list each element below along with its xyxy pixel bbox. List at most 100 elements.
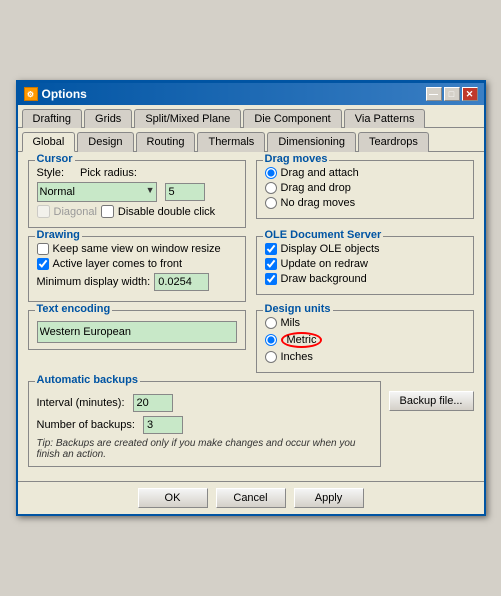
display-ole-row: Display OLE objects [265,243,465,255]
text-encoding-section: Text encoding Western European [28,310,246,350]
cursor-column: Cursor Style: Pick radius: Normal ▼ 5 [28,160,246,236]
tabs-row1: Drafting Grids Split/Mixed Plane Die Com… [18,105,484,128]
minimize-button[interactable]: — [426,87,442,101]
tab-dimensioning[interactable]: Dimensioning [267,132,356,152]
tabs-row2: Global Design Routing Thermals Dimension… [18,128,484,152]
inches-radio[interactable] [265,351,277,363]
text-encoding-label: Text encoding [35,303,113,315]
drag-drop-radio[interactable] [265,182,277,194]
num-backups-input[interactable] [143,416,183,434]
metric-row: Metric [265,332,465,348]
tip-text: Tip: Backups are created only if you mak… [37,438,372,460]
tab-drafting[interactable]: Drafting [22,109,83,128]
ole-label: OLE Document Server [263,229,384,241]
cursor-section: Cursor Style: Pick radius: Normal ▼ 5 [28,160,246,228]
active-layer-row: Active layer comes to front [37,258,237,270]
close-button[interactable]: ✕ [462,87,478,101]
style-select-wrapper: Normal ▼ [37,182,157,202]
title-bar-left: ⚙ Options [24,87,87,101]
update-redraw-row: Update on redraw [265,258,465,270]
drag-attach-radio[interactable] [265,167,277,179]
min-display-label: Minimum display width: [37,276,151,288]
tab-thermals[interactable]: Thermals [197,132,265,152]
diagonal-label: Diagonal [54,206,97,218]
update-redraw-checkbox[interactable] [265,258,277,270]
tab-routing[interactable]: Routing [136,132,196,152]
draw-bg-label: Draw background [281,273,367,285]
tab-via-patterns[interactable]: Via Patterns [344,109,426,128]
mils-radio[interactable] [265,317,277,329]
style-select[interactable]: Normal [37,182,157,202]
window-icon: ⚙ [24,87,38,101]
tab-split-mixed-plane[interactable]: Split/Mixed Plane [134,109,241,128]
tab-design[interactable]: Design [77,132,133,152]
keep-view-label: Keep same view on window resize [53,243,221,255]
style-label: Style: [37,167,65,179]
backup-btn-area: Backup file... [389,381,474,467]
auto-backups-section: Automatic backups Interval (minutes): Nu… [28,381,381,467]
drag-attach-label: Drag and attach [281,167,359,179]
drawing-column: Drawing Keep same view on window resize … [28,236,246,310]
ok-button[interactable]: OK [138,488,208,508]
draw-bg-checkbox[interactable] [265,273,277,285]
active-layer-label: Active layer comes to front [53,258,183,270]
encoding-units-row: Text encoding Western European Design un… [28,310,474,381]
drag-moves-label: Drag moves [263,153,330,165]
drag-moves-column: Drag moves Drag and attach Drag and drop… [256,160,474,236]
disable-dblclick-checkbox[interactable] [101,205,114,218]
drag-attach-row: Drag and attach [265,167,465,179]
display-ole-checkbox[interactable] [265,243,277,255]
inches-row: Inches [265,351,465,363]
disable-dblclick-label: Disable double click [118,206,215,218]
window-title: Options [42,87,87,101]
diagonal-checkbox[interactable] [37,205,50,218]
options-window: ⚙ Options — □ ✕ Drafting Grids Split/Mix… [16,80,486,516]
tab-die-component[interactable]: Die Component [243,109,341,128]
tab-grids[interactable]: Grids [84,109,132,128]
mils-row: Mils [265,317,465,329]
backup-file-button[interactable]: Backup file... [389,391,474,411]
interval-row: Interval (minutes): [37,394,372,412]
interval-label: Interval (minutes): [37,397,125,409]
text-encoding-column: Text encoding Western European [28,310,246,381]
title-buttons: — □ ✕ [426,87,478,101]
mils-label: Mils [281,317,301,329]
metric-radio[interactable] [265,334,277,346]
metric-label: Metric [281,332,323,348]
num-backups-row: Number of backups: [37,416,372,434]
drawing-ole-row: Drawing Keep same view on window resize … [28,236,474,310]
footer: OK Cancel Apply [18,481,484,514]
ole-section: OLE Document Server Display OLE objects … [256,236,474,295]
cancel-button[interactable]: Cancel [216,488,286,508]
keep-view-checkbox[interactable] [37,243,49,255]
cursor-label: Cursor [35,153,75,165]
bottom-section: Automatic backups Interval (minutes): Nu… [28,381,474,467]
auto-backups-label: Automatic backups [35,374,140,386]
no-drag-radio[interactable] [265,197,277,209]
drawing-label: Drawing [35,229,82,241]
interval-input[interactable] [133,394,173,412]
no-drag-row: No drag moves [265,197,465,209]
encoding-select[interactable]: Western European [37,321,237,343]
active-layer-checkbox[interactable] [37,258,49,270]
style-row: Style: Pick radius: [37,167,237,179]
diagonal-row: Diagonal Disable double click [37,205,237,218]
draw-bg-row: Draw background [265,273,465,285]
tab-teardrops[interactable]: Teardrops [358,132,429,152]
encoding-select-wrapper: Western European [37,321,237,343]
min-display-row: Minimum display width: [37,273,237,291]
min-display-input[interactable] [154,273,209,291]
top-sections: Cursor Style: Pick radius: Normal ▼ 5 [28,160,474,236]
drag-moves-section: Drag moves Drag and attach Drag and drop… [256,160,474,219]
inches-label: Inches [281,351,313,363]
apply-button[interactable]: Apply [294,488,364,508]
design-units-column: Design units Mils Metric Inches [256,310,474,381]
display-ole-label: Display OLE objects [281,243,380,255]
keep-view-row: Keep same view on window resize [37,243,237,255]
tab-global[interactable]: Global [22,132,76,152]
pick-radius-input[interactable]: 5 [165,183,205,201]
title-bar: ⚙ Options — □ ✕ [18,83,484,105]
update-redraw-label: Update on redraw [281,258,368,270]
maximize-button[interactable]: □ [444,87,460,101]
design-units-section: Design units Mils Metric Inches [256,310,474,373]
